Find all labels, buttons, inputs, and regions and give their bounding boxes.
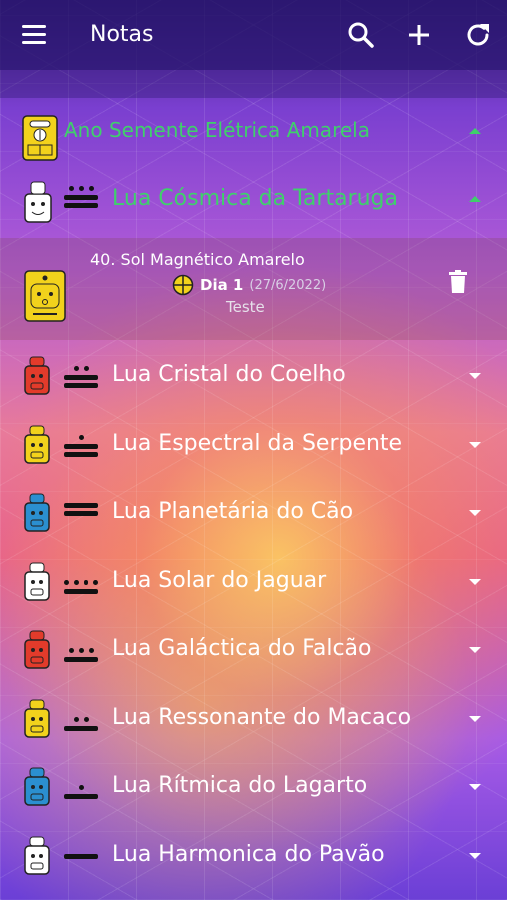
expand-caret-icon[interactable] bbox=[469, 441, 481, 448]
tone-number-icon bbox=[64, 503, 98, 519]
header-band bbox=[0, 70, 507, 98]
moon-row[interactable]: Lua Galáctica do Falcão bbox=[0, 622, 507, 678]
expand-caret-icon[interactable] bbox=[469, 510, 481, 516]
plus-icon[interactable] bbox=[404, 20, 434, 50]
turtle-glyph-icon bbox=[24, 181, 52, 223]
search-icon[interactable] bbox=[346, 20, 376, 50]
sun-glyph-icon bbox=[24, 270, 66, 322]
moon-label: Lua Ressonante do Macaco bbox=[112, 704, 412, 730]
moon-glyph-icon bbox=[24, 630, 50, 669]
tone-number-icon bbox=[64, 434, 98, 460]
tone-13-icon bbox=[64, 186, 98, 211]
tone-number-icon bbox=[64, 785, 98, 802]
menu-icon[interactable] bbox=[22, 25, 46, 45]
expand-caret-icon[interactable] bbox=[469, 578, 481, 585]
tone-number-icon bbox=[64, 716, 98, 734]
year-header[interactable]: Ano Semente Elétrica Amarela bbox=[0, 112, 507, 164]
note-date: (27/6/2022) bbox=[249, 277, 327, 293]
moon-row[interactable]: Lua Ressonante do Macaco bbox=[0, 691, 507, 747]
moon-label: Lua Espectral da Serpente bbox=[112, 430, 403, 456]
expand-caret-icon[interactable] bbox=[469, 373, 481, 379]
moon-glyph-icon bbox=[24, 493, 50, 532]
tone-number-icon bbox=[64, 648, 98, 665]
moon-glyph-icon bbox=[24, 356, 50, 395]
moon-row[interactable]: Lua Planetária do Cão bbox=[0, 485, 507, 541]
note-day-label: Dia 1 bbox=[200, 276, 244, 294]
moon-glyph-icon bbox=[24, 562, 50, 601]
moon-label: Lua Harmonica do Pavão bbox=[112, 841, 385, 867]
moon-glyph-icon bbox=[24, 836, 50, 875]
moon-open-label: Lua Cósmica da Tartaruga bbox=[112, 186, 398, 211]
tone-number-icon bbox=[64, 853, 98, 862]
refresh-icon[interactable] bbox=[463, 20, 493, 50]
moon-label: Lua Planetária do Cão bbox=[112, 499, 354, 524]
note-text: Teste bbox=[226, 298, 265, 316]
expand-caret-icon[interactable] bbox=[469, 852, 481, 859]
moon-label: Lua Rítmica do Lagarto bbox=[112, 773, 368, 798]
collapse-caret-icon[interactable] bbox=[469, 128, 481, 134]
moon-label: Lua Galáctica do Falcão bbox=[112, 636, 372, 661]
expand-caret-icon[interactable] bbox=[469, 715, 481, 722]
tone-number-icon bbox=[64, 579, 98, 597]
moon-glyph-icon bbox=[24, 425, 50, 464]
day-sun-icon bbox=[172, 274, 194, 296]
moon-header-open[interactable]: Lua Cósmica da Tartaruga bbox=[0, 174, 507, 230]
moon-row[interactable]: Lua Rítmica do Lagarto bbox=[0, 759, 507, 815]
expand-caret-icon[interactable] bbox=[469, 647, 481, 653]
moon-glyph-icon bbox=[24, 767, 50, 806]
expand-caret-icon[interactable] bbox=[469, 784, 481, 790]
moon-row[interactable]: Lua Cristal do Coelho bbox=[0, 348, 507, 404]
moon-row[interactable]: Lua Solar do Jaguar bbox=[0, 554, 507, 610]
moon-row[interactable]: Lua Harmonica do Pavão bbox=[0, 828, 507, 884]
collapse-caret-icon[interactable] bbox=[469, 196, 481, 202]
moon-label: Lua Cristal do Coelho bbox=[112, 362, 346, 387]
note-title: 40. Sol Magnético Amarelo bbox=[90, 250, 305, 269]
moon-glyph-icon bbox=[24, 699, 50, 738]
trash-icon[interactable] bbox=[448, 270, 468, 294]
moon-row[interactable]: Lua Espectral da Serpente bbox=[0, 417, 507, 473]
moon-label: Lua Solar do Jaguar bbox=[112, 567, 327, 593]
seed-glyph-icon bbox=[22, 115, 58, 161]
note-day-row: Dia 1 (27/6/2022) bbox=[172, 274, 326, 296]
app-bar: Notas bbox=[0, 0, 507, 70]
year-label: Ano Semente Elétrica Amarela bbox=[64, 118, 370, 142]
note-item[interactable]: 40. Sol Magnético Amarelo Dia 1 (27/6/20… bbox=[0, 238, 507, 340]
page-title: Notas bbox=[90, 22, 154, 47]
tone-number-icon bbox=[64, 366, 98, 391]
